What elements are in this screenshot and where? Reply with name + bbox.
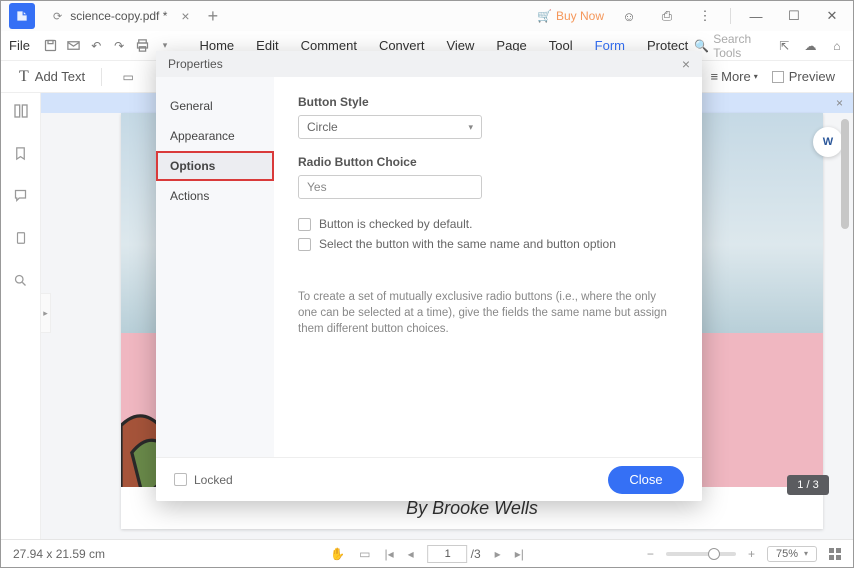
thumbnails-icon[interactable] [13, 103, 29, 124]
minimize-button[interactable]: — [743, 3, 769, 29]
page-number-field[interactable]: /3 [428, 545, 481, 563]
app-logo-icon [9, 3, 35, 29]
prev-page-icon[interactable]: ◂ [408, 547, 414, 561]
page-indicator-badge: 1 / 3 [787, 475, 829, 495]
checkbox-icon [772, 71, 784, 83]
comment-panel-icon[interactable] [13, 188, 28, 208]
cart-icon: 🛒 [537, 9, 552, 23]
hand-tool-icon[interactable]: ✋ [330, 547, 345, 561]
dialog-close-icon[interactable]: × [682, 56, 690, 72]
undo-icon[interactable]: ↶ [88, 36, 105, 56]
dialog-title: Properties [168, 57, 223, 71]
last-page-icon[interactable]: ▸| [515, 547, 524, 561]
search-panel-icon[interactable] [13, 273, 28, 293]
kebab-menu-icon[interactable]: ⋮ [692, 3, 718, 29]
dialog-content: Button Style Circle ▾ Radio Button Choic… [274, 77, 702, 457]
button-style-label: Button Style [298, 95, 678, 109]
zoom-out-icon[interactable]: − [647, 547, 654, 561]
nav-general[interactable]: General [156, 91, 274, 121]
statusbar: 27.94 x 21.59 cm ✋ ▭ |◂ ◂ /3 ▸ ▸| − + 75… [1, 539, 853, 567]
print-icon[interactable]: ⎙ [654, 3, 680, 29]
printer-icon[interactable] [134, 36, 151, 56]
properties-dialog: Properties × General Appearance Options … [156, 51, 702, 501]
dialog-footer: Locked Close [156, 457, 702, 501]
titlebar: ⟳ science-copy.pdf * × + 🛒 Buy Now ☺ ⎙ ⋮… [1, 1, 853, 31]
form-field-icon[interactable]: ▭ [118, 67, 138, 87]
tab-title: science-copy.pdf * [70, 9, 167, 23]
zoom-in-icon[interactable]: + [748, 547, 755, 561]
buy-now-link[interactable]: 🛒 Buy Now [537, 9, 604, 23]
tab-close-icon[interactable]: × [181, 8, 189, 24]
nav-options[interactable]: Options [156, 151, 274, 181]
radio-choice-input[interactable] [298, 175, 482, 199]
save-icon[interactable] [42, 36, 59, 56]
checkbox-icon [298, 238, 311, 251]
cloud-icon[interactable]: ☁ [802, 36, 818, 56]
add-text-tool[interactable]: T Add Text [19, 68, 85, 86]
checked-default-checkbox[interactable]: Button is checked by default. [298, 217, 678, 231]
up-icon[interactable]: ⌂ [829, 36, 845, 56]
vertical-scrollbar[interactable] [841, 119, 849, 519]
sync-icon: ⟳ [53, 10, 62, 23]
locked-checkbox[interactable]: Locked [174, 473, 233, 487]
scroll-thumb[interactable] [841, 119, 849, 229]
new-tab-button[interactable]: + [208, 6, 219, 27]
dialog-nav: General Appearance Options Actions [156, 77, 274, 457]
hint-text: To create a set of mutually exclusive ra… [298, 289, 678, 337]
nav-appearance[interactable]: Appearance [156, 121, 274, 151]
button-style-select[interactable]: Circle ▾ [298, 115, 482, 139]
chevron-down-icon: ▾ [804, 549, 808, 558]
fit-view-icon[interactable] [829, 548, 841, 560]
bookmark-icon[interactable] [13, 146, 28, 166]
checkbox-icon [298, 218, 311, 231]
nav-actions[interactable]: Actions [156, 181, 274, 211]
page-dimensions: 27.94 x 21.59 cm [13, 547, 105, 561]
chevron-down-icon: ▾ [468, 122, 473, 133]
document-tab[interactable]: ⟳ science-copy.pdf * × [43, 2, 200, 30]
search-tools[interactable]: 🔍 Search Tools [694, 32, 766, 60]
share-icon[interactable]: ⇱ [776, 36, 792, 56]
preview-toggle[interactable]: Preview [772, 69, 835, 84]
infobar-close-icon[interactable]: × [836, 96, 843, 110]
attachment-icon[interactable] [14, 230, 28, 251]
redo-icon[interactable]: ↷ [111, 36, 128, 56]
close-window-button[interactable]: ✕ [819, 3, 845, 29]
word-export-badge[interactable]: W [813, 127, 843, 157]
radio-choice-label: Radio Button Choice [298, 155, 678, 169]
text-icon: T [19, 68, 29, 86]
mail-icon[interactable] [65, 36, 82, 56]
next-page-icon[interactable]: ▸ [495, 547, 501, 561]
sidebar-expander[interactable]: ▸ [41, 293, 51, 333]
dialog-titlebar[interactable]: Properties × [156, 51, 702, 77]
checkbox-icon [174, 473, 187, 486]
zoom-slider[interactable] [666, 552, 736, 556]
more-menu[interactable]: ≡ More▾ [711, 69, 758, 84]
file-menu[interactable]: File [9, 38, 30, 53]
close-button[interactable]: Close [608, 466, 684, 494]
left-sidebar [1, 93, 41, 539]
same-name-checkbox[interactable]: Select the button with the same name and… [298, 237, 678, 251]
select-tool-icon[interactable]: ▭ [359, 547, 370, 561]
maximize-button[interactable]: ☐ [781, 3, 807, 29]
zoom-level-select[interactable]: 75% ▾ [767, 546, 817, 562]
first-page-icon[interactable]: |◂ [384, 547, 393, 561]
user-icon[interactable]: ☺ [616, 3, 642, 29]
